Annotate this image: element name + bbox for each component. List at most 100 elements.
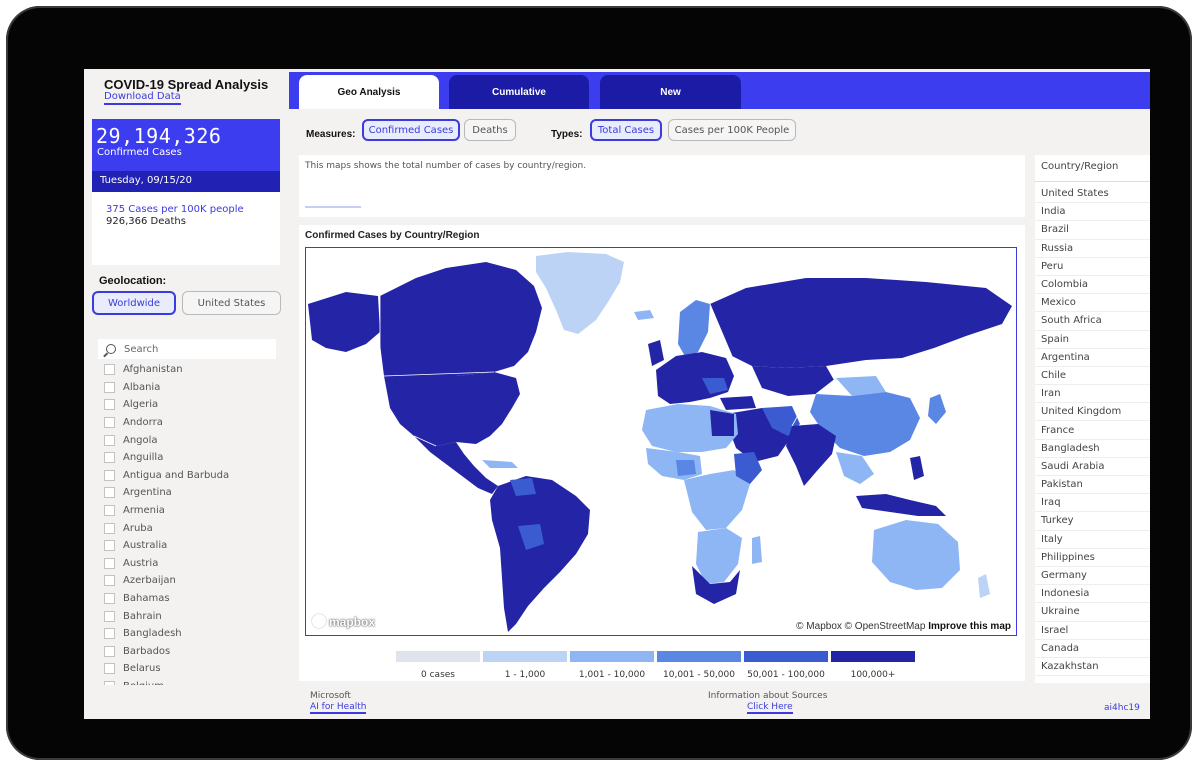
country-filter-item[interactable]: Anguilla	[104, 449, 284, 467]
table-row[interactable]: Canada	[1035, 640, 1150, 658]
map-legend: 0 cases 1 - 1,000 1,001 - 10,000 10,001 - 5…	[396, 651, 916, 681]
measure-confirmed-button[interactable]: Confirmed Cases	[362, 119, 460, 141]
country-filter-label: Azerbaijan	[123, 575, 176, 587]
table-row[interactable]: Ukraine	[1035, 603, 1150, 622]
country-filter-item[interactable]: Belarus	[104, 660, 284, 678]
country-filter-label: Argentina	[123, 487, 172, 499]
checkbox[interactable]	[104, 610, 115, 622]
table-row[interactable]: Kazakhstan	[1035, 658, 1150, 677]
table-row[interactable]: Israel	[1035, 622, 1150, 640]
geo-united-states-button[interactable]: United States	[182, 291, 281, 315]
checkbox[interactable]	[104, 487, 115, 499]
confirmed-count: 29,194,326	[96, 124, 222, 148]
country-filter-list[interactable]: Afghanistan Albania Algeria Andorra Angola An…	[104, 361, 284, 685]
table-row[interactable]: Italy	[1035, 531, 1150, 549]
checkbox[interactable]	[104, 469, 115, 481]
checkbox[interactable]	[104, 364, 115, 376]
footer-ai-for-health-link[interactable]: AI for Health	[310, 702, 367, 714]
choropleth-map[interactable]: mapbox © Mapbox © OpenStreetMap Improve …	[305, 247, 1017, 636]
checkbox[interactable]	[104, 417, 115, 429]
table-row[interactable]: Iraq	[1035, 494, 1150, 513]
table-row[interactable]: France	[1035, 421, 1150, 440]
checkbox[interactable]	[104, 399, 115, 411]
table-row[interactable]: Brazil	[1035, 221, 1150, 240]
improve-map-link[interactable]: Improve this map	[928, 621, 1011, 632]
country-filter-item[interactable]: Austria	[104, 555, 284, 573]
table-row[interactable]: Indonesia	[1035, 585, 1150, 604]
checkbox[interactable]	[104, 680, 115, 685]
table-row[interactable]: Russia	[1035, 240, 1150, 258]
footer-right-link[interactable]: ai4hc19	[1104, 703, 1140, 713]
table-row[interactable]: Germany	[1035, 567, 1150, 586]
tab-cumulative[interactable]: Cumulative	[449, 75, 589, 109]
checkbox[interactable]	[104, 505, 115, 517]
country-filter-item[interactable]: Barbados	[104, 643, 284, 661]
table-row[interactable]: Peru	[1035, 258, 1150, 276]
download-data-link[interactable]: Download Data	[104, 91, 181, 105]
country-filter-item[interactable]: Belgium	[104, 678, 284, 685]
country-filter-label: Albania	[123, 381, 161, 393]
country-filter-item[interactable]: Aruba	[104, 519, 284, 537]
checkbox[interactable]	[104, 557, 115, 569]
country-search-input[interactable]: Search	[98, 339, 276, 359]
geolocation-label: Geolocation:	[99, 275, 167, 287]
footer-sources-link[interactable]: Click Here	[747, 702, 793, 714]
table-row[interactable]: Pakistan	[1035, 476, 1150, 495]
country-filter-label: Barbados	[123, 645, 171, 657]
tab-geo-analysis[interactable]: Geo Analysis	[299, 75, 439, 109]
country-filter-item[interactable]: Azerbaijan	[104, 572, 284, 590]
country-filter-item[interactable]: Andorra	[104, 414, 284, 432]
country-filter-item[interactable]: Armenia	[104, 502, 284, 520]
checkbox[interactable]	[104, 575, 115, 587]
country-filter-item[interactable]: Albania	[104, 379, 284, 397]
table-row[interactable]: Argentina	[1035, 349, 1150, 367]
geo-worldwide-button[interactable]: Worldwide	[92, 291, 176, 315]
checkbox[interactable]	[104, 381, 115, 393]
checkbox[interactable]	[104, 663, 115, 675]
country-filter-label: Angola	[123, 434, 158, 446]
table-row[interactable]: United Kingdom	[1035, 403, 1150, 422]
country-filter-item[interactable]: Antigua and Barbuda	[104, 467, 284, 485]
map-attribution-text[interactable]: © Mapbox © OpenStreetMap	[796, 621, 925, 632]
country-filter-item[interactable]: Angola	[104, 431, 284, 449]
measure-deaths-button[interactable]: Deaths	[464, 119, 516, 141]
table-row[interactable]: Saudi Arabia	[1035, 458, 1150, 476]
table-row[interactable]: Colombia	[1035, 276, 1150, 295]
tab-new[interactable]: New	[600, 75, 741, 109]
table-row[interactable]: Chile	[1035, 367, 1150, 386]
table-row[interactable]: India	[1035, 203, 1150, 222]
country-filter-item[interactable]: Afghanistan	[104, 361, 284, 379]
checkbox[interactable]	[104, 434, 115, 446]
type-per-100k-button[interactable]: Cases per 100K People	[668, 119, 796, 141]
table-row[interactable]: United States	[1035, 185, 1150, 204]
type-total-cases-button[interactable]: Total Cases	[590, 119, 662, 141]
legend-swatch	[570, 651, 654, 662]
country-filter-item[interactable]: Bahrain	[104, 607, 284, 625]
table-row[interactable]: South Africa	[1035, 312, 1150, 331]
country-table-header[interactable]: Country/Region	[1041, 161, 1118, 172]
world-map-svg[interactable]	[306, 248, 1017, 636]
checkbox[interactable]	[104, 452, 115, 464]
country-filter-item[interactable]: Australia	[104, 537, 284, 555]
table-row[interactable]: Bangladesh	[1035, 440, 1150, 458]
country-filter-label: Afghanistan	[123, 364, 183, 376]
country-filter-item[interactable]: Bangladesh	[104, 625, 284, 643]
checkbox[interactable]	[104, 540, 115, 552]
country-filter-label: Austria	[123, 557, 159, 569]
country-filter-label: Anguilla	[123, 452, 164, 464]
region-egypt	[710, 410, 734, 436]
table-row[interactable]: Spain	[1035, 331, 1150, 349]
country-table: Country/Region United States India Brazil R…	[1035, 155, 1150, 683]
checkbox[interactable]	[104, 522, 115, 534]
country-filter-item[interactable]: Bahamas	[104, 590, 284, 608]
table-row[interactable]: Mexico	[1035, 294, 1150, 313]
country-filter-item[interactable]: Algeria	[104, 396, 284, 414]
country-filter-item[interactable]: Argentina	[104, 484, 284, 502]
table-row[interactable]: Iran	[1035, 385, 1150, 404]
checkbox[interactable]	[104, 628, 115, 640]
table-row[interactable]: Philippines	[1035, 549, 1150, 567]
table-row[interactable]: Turkey	[1035, 512, 1150, 531]
search-icon	[106, 344, 116, 354]
checkbox[interactable]	[104, 645, 115, 657]
checkbox[interactable]	[104, 593, 115, 605]
